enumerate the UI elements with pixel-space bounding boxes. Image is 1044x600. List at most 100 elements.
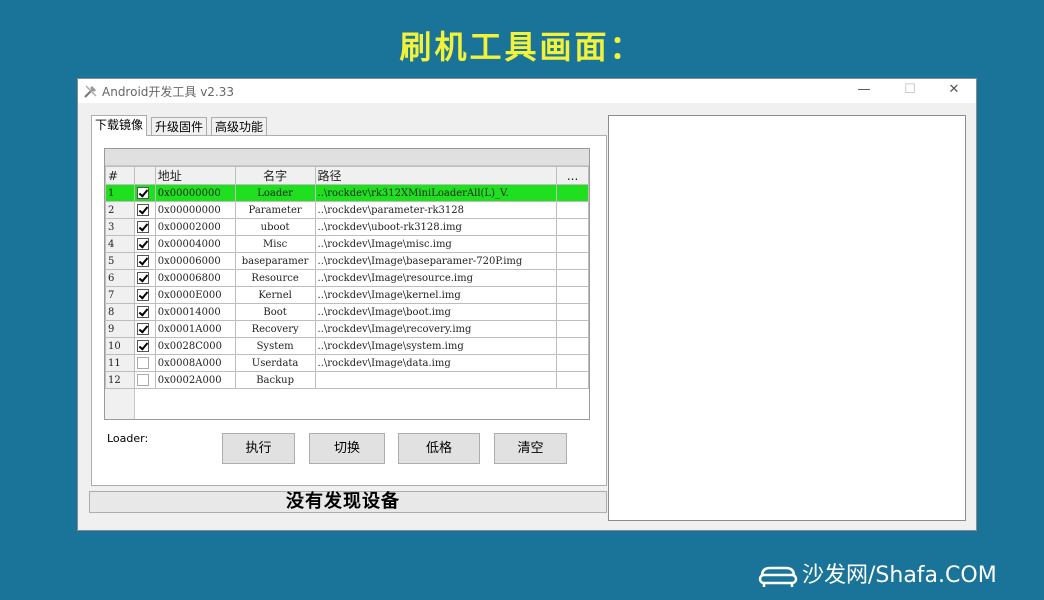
log-panel[interactable] [608, 115, 966, 521]
row-address: 0x00000000 [154, 201, 236, 219]
watermark-text: 沙发网/Shafa.COM [802, 563, 997, 588]
table-row[interactable]: 12 0x0002A000 Backup [105, 371, 589, 389]
table-row[interactable]: 2 0x00000000 Parameter ..\rockdev\parameter… [105, 201, 589, 219]
table-row[interactable]: 1 0x00000000 Loader ..\rockdev\rk312XMiniLo… [105, 184, 589, 202]
row-index: 9 [105, 320, 135, 338]
row-path[interactable] [314, 371, 558, 389]
row-checkbox[interactable] [136, 203, 149, 216]
row-path[interactable]: ..\rockdev\parameter-rk3128 [314, 201, 558, 219]
table-row[interactable]: 3 0x00002000 uboot ..\rockdev\uboot-rk3128.… [105, 218, 589, 236]
app-window: Android开发工具 v2.33 — ☐ ✕ 下载镜像 升级固件 高级功能 #… [77, 78, 977, 531]
row-checkbox[interactable] [136, 322, 149, 335]
row-index: 8 [105, 303, 135, 321]
row-more[interactable] [556, 184, 589, 202]
row-more[interactable] [556, 337, 589, 355]
row-more[interactable] [556, 286, 589, 304]
row-address: 0x0008A000 [154, 354, 236, 372]
row-more[interactable] [556, 303, 589, 321]
row-checkbox[interactable] [136, 288, 149, 301]
row-checkbox[interactable] [136, 237, 149, 250]
row-path[interactable]: ..\rockdev\Image\system.img [314, 337, 558, 355]
row-more[interactable] [556, 371, 589, 389]
row-checkbox[interactable] [136, 220, 149, 233]
row-more[interactable] [556, 269, 589, 287]
minimize-button[interactable]: — [854, 82, 874, 98]
col-header-address[interactable]: 地址 [154, 166, 236, 185]
tab-upgrade-firmware[interactable]: 升级固件 [151, 117, 208, 136]
row-address: 0x0000E000 [154, 286, 236, 304]
row-address: 0x00000000 [154, 184, 236, 202]
row-checkbox[interactable] [136, 305, 149, 318]
row-more[interactable] [556, 354, 589, 372]
col-header-check[interactable] [133, 166, 156, 185]
partition-table: # 地址 名字 路径 ... 1 0x00000000 Loader ..\rockd… [105, 166, 589, 389]
row-checkbox-cell [133, 269, 156, 287]
row-checkbox[interactable] [136, 339, 149, 352]
row-more[interactable] [556, 252, 589, 270]
row-path[interactable]: ..\rockdev\Image\data.img [314, 354, 558, 372]
row-checkbox-cell [133, 337, 156, 355]
row-address: 0x00006800 [154, 269, 236, 287]
table-row[interactable]: 11 0x0008A000 Userdata ..\rockdev\Image\dat… [105, 354, 589, 372]
maximize-button[interactable]: ☐ [900, 82, 920, 98]
table-row[interactable]: 6 0x00006800 Resource ..\rockdev\Image\reso… [105, 269, 589, 287]
table-row[interactable]: 4 0x00004000 Misc ..\rockdev\Image\misc.img [105, 235, 589, 253]
row-name: Kernel [234, 286, 316, 304]
title-bar[interactable]: Android开发工具 v2.33 — ☐ ✕ [78, 79, 976, 103]
row-more[interactable] [556, 235, 589, 253]
row-checkbox[interactable] [136, 356, 149, 369]
row-checkbox[interactable] [136, 254, 149, 267]
status-bar: 没有发现设备 [89, 491, 607, 513]
row-path[interactable]: ..\rockdev\Image\misc.img [314, 235, 558, 253]
row-name: Resource [234, 269, 316, 287]
row-name: Backup [234, 371, 316, 389]
row-checkbox[interactable] [136, 373, 149, 386]
row-address: 0x0002A000 [154, 371, 236, 389]
row-more[interactable] [556, 218, 589, 236]
row-path[interactable]: ..\rockdev\Image\recovery.img [314, 320, 558, 338]
run-button[interactable]: 执行 [222, 433, 295, 464]
grid-header-strip [105, 149, 589, 166]
row-index: 5 [105, 252, 135, 270]
row-checkbox[interactable] [136, 271, 149, 284]
row-index: 11 [105, 354, 135, 372]
row-path[interactable]: ..\rockdev\Image\boot.img [314, 303, 558, 321]
row-path[interactable]: ..\rockdev\Image\baseparamer-720P.img [314, 252, 558, 270]
row-index: 12 [105, 371, 135, 389]
row-index: 6 [105, 269, 135, 287]
row-more[interactable] [556, 201, 589, 219]
table-row[interactable]: 5 0x00006000 baseparamer ..\rockdev\Image\b… [105, 252, 589, 270]
erase-button[interactable]: 低格 [398, 433, 480, 464]
table-row[interactable]: 10 0x0028C000 System ..\rockdev\Image\syste… [105, 337, 589, 355]
table-row[interactable]: 9 0x0001A000 Recovery ..\rockdev\Image\reco… [105, 320, 589, 338]
col-header-path[interactable]: 路径 [314, 166, 558, 185]
tab-advanced[interactable]: 高级功能 [211, 117, 268, 136]
row-name: System [234, 337, 316, 355]
switch-button[interactable]: 切换 [309, 433, 385, 464]
table-row[interactable]: 8 0x00014000 Boot ..\rockdev\Image\boot.img [105, 303, 589, 321]
col-header-index[interactable]: # [105, 166, 135, 185]
row-checkbox-cell [133, 184, 156, 202]
row-checkbox[interactable] [136, 186, 149, 199]
close-button[interactable]: ✕ [944, 82, 964, 98]
row-checkbox-cell [133, 354, 156, 372]
download-panel: # 地址 名字 路径 ... 1 0x00000000 Loader ..\rockd… [91, 135, 607, 486]
tab-download-image[interactable]: 下载镜像 [91, 115, 148, 136]
col-header-more[interactable]: ... [556, 166, 589, 185]
row-path[interactable]: ..\rockdev\Image\kernel.img [314, 286, 558, 304]
row-index: 4 [105, 235, 135, 253]
col-header-name[interactable]: 名字 [234, 166, 316, 185]
loader-label: Loader: [107, 432, 149, 445]
row-path[interactable]: ..\rockdev\rk312XMiniLoaderAll(L)_V. [314, 184, 558, 202]
row-more[interactable] [556, 320, 589, 338]
row-index: 7 [105, 286, 135, 304]
row-name: Recovery [234, 320, 316, 338]
tools-icon [84, 85, 97, 98]
row-path[interactable]: ..\rockdev\uboot-rk3128.img [314, 218, 558, 236]
row-index: 2 [105, 201, 135, 219]
row-path[interactable]: ..\rockdev\Image\resource.img [314, 269, 558, 287]
row-checkbox-cell [133, 235, 156, 253]
clear-button[interactable]: 清空 [494, 433, 567, 464]
table-row[interactable]: 7 0x0000E000 Kernel ..\rockdev\Image\kernel… [105, 286, 589, 304]
row-name: Loader [234, 184, 316, 202]
